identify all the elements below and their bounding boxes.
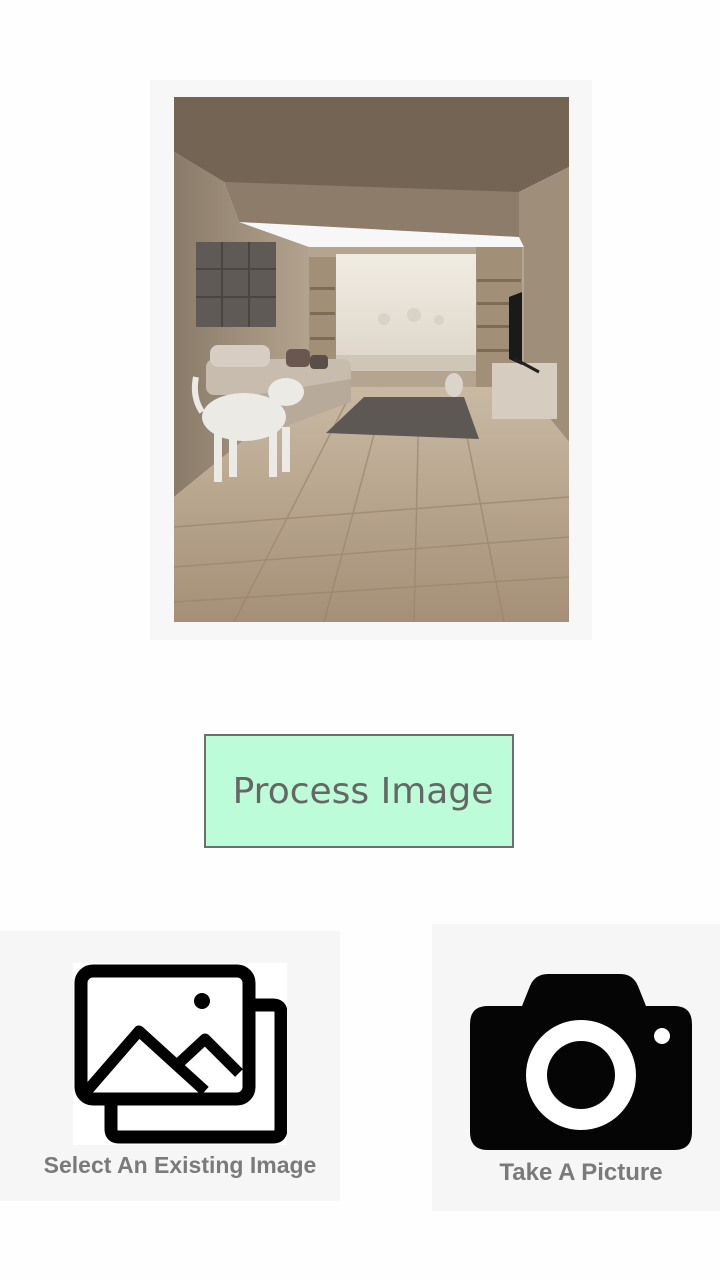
gallery-icon[interactable] — [73, 963, 287, 1145]
selected-image-preview — [174, 97, 569, 622]
image-preview-card — [150, 80, 592, 640]
process-image-button[interactable]: Process Image — [204, 734, 514, 848]
take-picture-label: Take A Picture — [499, 1159, 663, 1186]
select-existing-image-label: Select An Existing Image — [43, 1152, 317, 1178]
process-image-label: Process Image — [232, 770, 494, 812]
camera-icon[interactable] — [470, 972, 694, 1152]
